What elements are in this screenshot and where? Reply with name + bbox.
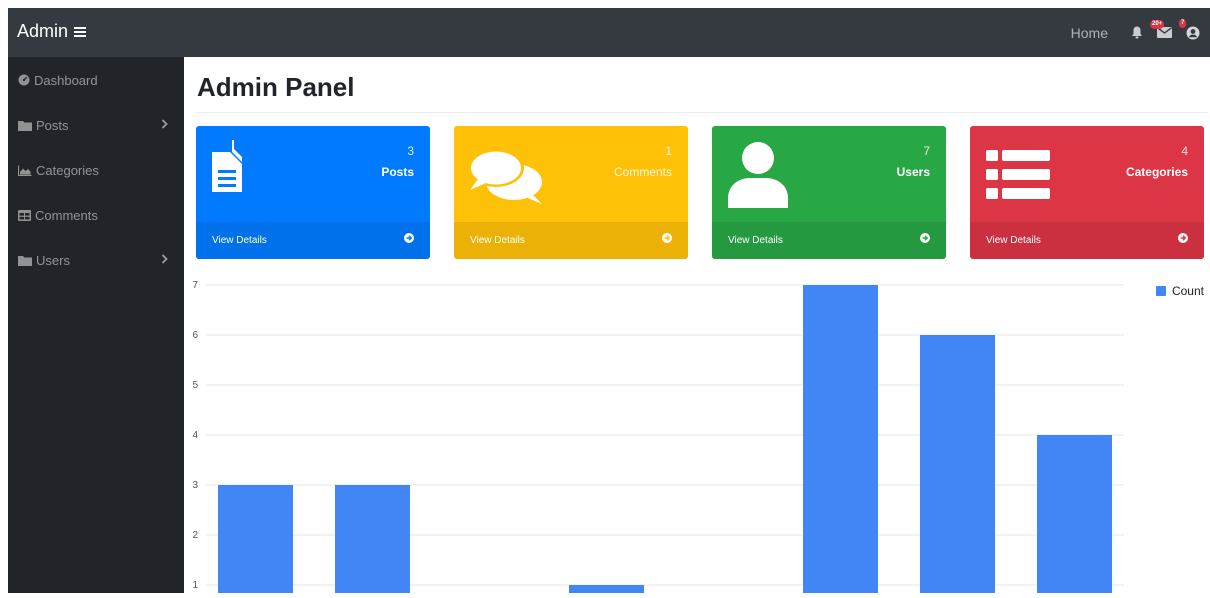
y-tick-label: 2: [192, 530, 198, 541]
view-details-link[interactable]: View Details: [454, 222, 688, 259]
card-count: 7: [923, 144, 930, 158]
y-tick-label: 3: [192, 480, 198, 491]
legend-swatch: [1155, 286, 1166, 296]
sidebar-item-label: Posts: [36, 117, 69, 133]
arrow-circle-right-icon: [1178, 233, 1188, 243]
chart-bar[interactable]: [920, 335, 995, 593]
sidebar: Dashboard Posts Categories Comments User…: [8, 57, 184, 593]
sidebar-item-label: Comments: [35, 207, 98, 223]
area-chart-icon: [18, 165, 32, 176]
page-title: Admin Panel: [197, 72, 355, 102]
list-icon: [986, 150, 1052, 205]
tachometer-icon: [18, 74, 30, 86]
sidebar-item-dashboard[interactable]: Dashboard: [8, 65, 184, 95]
view-details-label: View Details: [212, 235, 267, 246]
y-tick-label: 4: [192, 430, 198, 441]
sidebar-item-label: Categories: [36, 162, 99, 178]
view-details-label: View Details: [470, 235, 525, 246]
y-tick-label: 6: [192, 330, 198, 341]
sidebar-item-posts[interactable]: Posts: [8, 110, 184, 140]
chart-bar[interactable]: [218, 485, 293, 593]
user-icon: [728, 142, 788, 213]
card-count: 4: [1181, 144, 1188, 158]
chart-bar[interactable]: [803, 285, 878, 593]
user-circle-icon[interactable]: 7: [1179, 18, 1200, 40]
stat-card-users: 7 Users View Details: [712, 126, 946, 259]
card-label: Users: [896, 165, 930, 179]
arrow-circle-right-icon: [920, 233, 930, 243]
chart-legend: Count: [1155, 284, 1204, 298]
card-count: 3: [407, 144, 414, 158]
y-tick-label: 7: [192, 280, 198, 291]
chevron-right-icon: [161, 119, 168, 129]
legend-label: Count: [1171, 284, 1204, 298]
card-label: Posts: [381, 165, 414, 179]
stat-card-posts: 3 Posts View Details: [196, 126, 430, 259]
chart-bar[interactable]: [335, 485, 410, 593]
chart-bar[interactable]: [1037, 435, 1112, 593]
top-nav: Home 20+ 7: [1071, 8, 1200, 57]
card-count: 1: [665, 144, 672, 158]
title-divider: [196, 112, 1208, 113]
sidebar-item-label: Dashboard: [34, 72, 98, 88]
file-icon: [212, 140, 242, 197]
folder-icon: [18, 120, 32, 131]
arrow-circle-right-icon: [662, 233, 672, 243]
card-label: Comments: [613, 165, 672, 179]
menu-toggle-icon[interactable]: [74, 26, 87, 37]
bar-chart: 1 2 3 4 5 6 7: [192, 280, 1124, 593]
table-icon: [18, 209, 31, 221]
card-label: Categories: [1125, 165, 1188, 179]
view-details-link[interactable]: View Details: [712, 222, 946, 259]
bell-icon[interactable]: [1131, 26, 1143, 39]
view-details-label: View Details: [986, 235, 1041, 246]
folder-icon: [18, 255, 32, 266]
stat-card-comments: 1 Comments View Details: [454, 126, 688, 259]
top-navbar: Admin Home 20+ 7: [8, 8, 1210, 57]
brand-label: Admin: [17, 21, 69, 41]
sidebar-item-categories[interactable]: Categories: [8, 155, 184, 185]
sidebar-item-users[interactable]: Users: [8, 245, 184, 275]
nav-home-link[interactable]: Home: [1071, 25, 1108, 41]
brand[interactable]: Admin: [17, 21, 87, 42]
arrow-circle-right-icon: [404, 233, 414, 243]
comments-icon: [468, 146, 546, 209]
y-tick-label: 1: [192, 580, 198, 591]
view-details-link[interactable]: View Details: [970, 222, 1204, 259]
chevron-right-icon: [161, 254, 168, 264]
messages-badge: 20+: [1150, 20, 1165, 29]
stat-card-categories: 4 Categories View Details: [970, 126, 1204, 259]
sidebar-item-label: Users: [36, 252, 70, 268]
sidebar-item-comments[interactable]: Comments: [8, 200, 184, 230]
envelope-icon[interactable]: 20+: [1150, 20, 1172, 38]
count-chart: 1 2 3 4 5 6 7 Count: [184, 270, 1210, 593]
chart-bar[interactable]: [569, 585, 644, 593]
view-details-label: View Details: [728, 235, 783, 246]
user-badge: 7: [1179, 18, 1187, 28]
view-details-link[interactable]: View Details: [196, 222, 430, 259]
y-tick-label: 5: [192, 380, 198, 391]
